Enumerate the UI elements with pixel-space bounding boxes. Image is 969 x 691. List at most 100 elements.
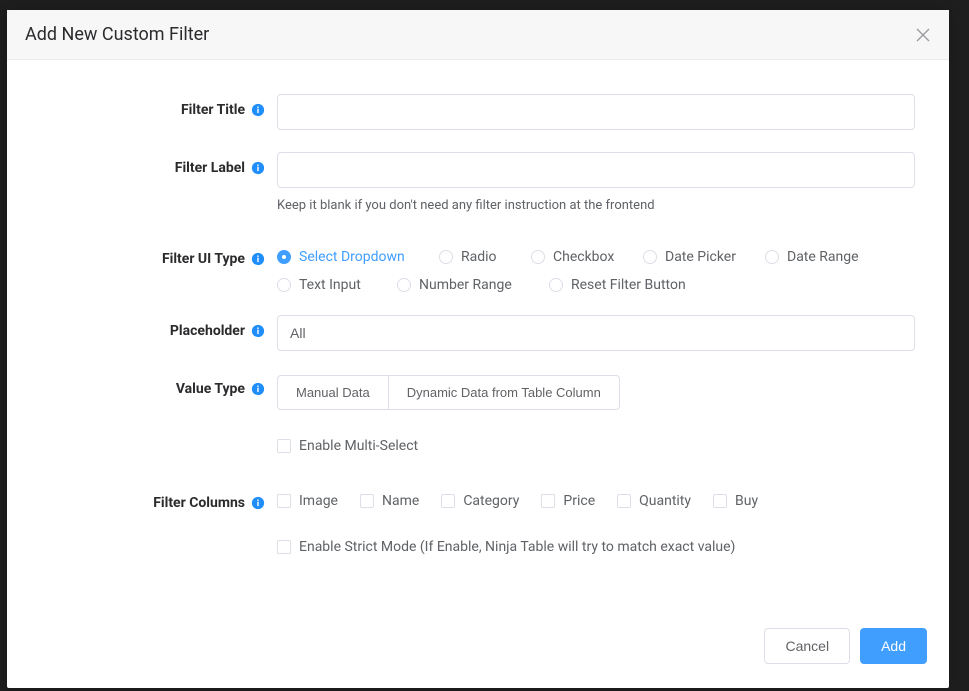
filter-label-helper: Keep it blank if you don't need any filt…	[277, 198, 915, 213]
checkbox-label: Enable Multi-Select	[299, 438, 418, 454]
radio-date-range[interactable]: Date Range	[765, 249, 865, 265]
radio-icon	[277, 250, 291, 264]
checkbox-label: Buy	[735, 493, 758, 509]
radio-icon	[439, 250, 453, 264]
modal-footer: Cancel Add	[7, 612, 949, 688]
radio-label: Date Range	[787, 249, 859, 265]
radio-icon	[643, 250, 657, 264]
row-filter-label: Filter Label Keep it blank if you don't …	[35, 152, 921, 213]
checkbox-col-buy[interactable]: Buy	[713, 493, 758, 509]
label-value-type: Value Type	[35, 373, 277, 397]
row-filter-columns: Filter Columns Image Name Category Price…	[35, 487, 921, 511]
label-ui-type: Filter UI Type	[35, 243, 277, 267]
label-filter-label: Filter Label	[35, 152, 277, 176]
radio-icon	[277, 278, 291, 292]
placeholder-input[interactable]	[277, 315, 915, 351]
control-strict-mode: Enable Strict Mode (If Enable, Ninja Tab…	[277, 539, 915, 558]
checkbox-col-quantity[interactable]: Quantity	[617, 493, 691, 509]
radio-number-range[interactable]: Number Range	[397, 277, 537, 293]
checkbox-icon	[541, 494, 555, 508]
control-placeholder	[277, 315, 915, 351]
row-value-type: Value Type Manual Data Dynamic Data from…	[35, 373, 921, 410]
row-ui-type: Filter UI Type Select Dropdown Radio Che…	[35, 243, 921, 293]
close-button[interactable]	[915, 27, 931, 43]
checkbox-strict-mode[interactable]: Enable Strict Mode (If Enable, Ninja Tab…	[277, 539, 735, 555]
control-filter-columns: Image Name Category Price Quantity Buy	[277, 487, 915, 509]
label-placeholder: Placeholder	[35, 315, 277, 339]
label-filter-title: Filter Title	[35, 94, 277, 118]
info-icon[interactable]	[251, 382, 265, 396]
label-text: Filter Columns	[153, 495, 245, 511]
control-filter-label: Keep it blank if you don't need any filt…	[277, 152, 915, 213]
checkbox-label: Price	[563, 493, 595, 509]
filter-title-input[interactable]	[277, 94, 915, 130]
modal-header: Add New Custom Filter	[7, 10, 949, 60]
label-filter-columns: Filter Columns	[35, 487, 277, 511]
checkbox-label: Category	[463, 493, 519, 509]
value-type-button-group: Manual Data Dynamic Data from Table Colu…	[277, 373, 620, 410]
filter-columns-group: Image Name Category Price Quantity Buy	[277, 487, 915, 509]
radio-select-dropdown[interactable]: Select Dropdown	[277, 249, 427, 265]
checkbox-col-category[interactable]: Category	[441, 493, 519, 509]
add-button[interactable]: Add	[860, 628, 927, 664]
close-icon	[916, 28, 930, 42]
control-multiselect: Enable Multi-Select	[277, 438, 915, 457]
radio-label: Date Picker	[665, 249, 736, 265]
row-strict-mode: Enable Strict Mode (If Enable, Ninja Tab…	[35, 539, 921, 558]
radio-icon	[549, 278, 563, 292]
radio-icon	[765, 250, 779, 264]
checkbox-icon	[360, 494, 374, 508]
filter-label-input[interactable]	[277, 152, 915, 188]
info-icon[interactable]	[251, 324, 265, 338]
checkbox-icon	[441, 494, 455, 508]
label-text: Value Type	[176, 381, 245, 397]
checkbox-icon	[277, 540, 291, 554]
checkbox-col-name[interactable]: Name	[360, 493, 419, 509]
label-text: Placeholder	[170, 323, 245, 339]
radio-radio[interactable]: Radio	[439, 249, 519, 265]
row-filter-title: Filter Title	[35, 94, 921, 130]
checkbox-label: Name	[382, 493, 419, 509]
checkbox-label: Enable Strict Mode (If Enable, Ninja Tab…	[299, 539, 735, 555]
value-type-dynamic[interactable]: Dynamic Data from Table Column	[388, 375, 620, 410]
value-type-manual[interactable]: Manual Data	[277, 375, 389, 410]
label-text: Filter Label	[175, 160, 245, 176]
info-icon[interactable]	[251, 496, 265, 510]
control-filter-title	[277, 94, 915, 130]
modal-title: Add New Custom Filter	[25, 24, 209, 45]
radio-label: Number Range	[419, 277, 512, 293]
info-icon[interactable]	[251, 161, 265, 175]
radio-icon	[531, 250, 545, 264]
radio-label: Text Input	[299, 277, 361, 293]
checkbox-enable-multiselect[interactable]: Enable Multi-Select	[277, 438, 418, 454]
checkbox-icon	[277, 439, 291, 453]
label-text: Filter Title	[181, 102, 245, 118]
radio-label: Radio	[461, 249, 497, 265]
radio-icon	[397, 278, 411, 292]
checkbox-col-price[interactable]: Price	[541, 493, 595, 509]
radio-label: Select Dropdown	[299, 249, 405, 265]
ui-type-radio-group: Select Dropdown Radio Checkbox Date Pick…	[277, 243, 915, 293]
label-text: Filter UI Type	[162, 251, 245, 267]
checkbox-col-image[interactable]: Image	[277, 493, 338, 509]
control-value-type: Manual Data Dynamic Data from Table Colu…	[277, 373, 915, 410]
checkbox-icon	[617, 494, 631, 508]
modal-body: Filter Title Filter Label Keep it blank …	[7, 60, 949, 612]
radio-label: Reset Filter Button	[571, 277, 686, 293]
row-multiselect: Enable Multi-Select	[35, 438, 921, 457]
radio-date-picker[interactable]: Date Picker	[643, 249, 753, 265]
radio-reset-filter-button[interactable]: Reset Filter Button	[549, 277, 699, 293]
checkbox-icon	[713, 494, 727, 508]
info-icon[interactable]	[251, 103, 265, 117]
row-placeholder: Placeholder	[35, 315, 921, 351]
cancel-button[interactable]: Cancel	[764, 628, 850, 664]
radio-checkbox[interactable]: Checkbox	[531, 249, 631, 265]
checkbox-icon	[277, 494, 291, 508]
modal-add-custom-filter: Add New Custom Filter Filter Title Filte…	[7, 10, 949, 688]
radio-text-input[interactable]: Text Input	[277, 277, 385, 293]
radio-label: Checkbox	[553, 249, 614, 265]
checkbox-label: Quantity	[639, 493, 691, 509]
control-ui-type: Select Dropdown Radio Checkbox Date Pick…	[277, 243, 915, 293]
info-icon[interactable]	[251, 252, 265, 266]
checkbox-label: Image	[299, 493, 338, 509]
